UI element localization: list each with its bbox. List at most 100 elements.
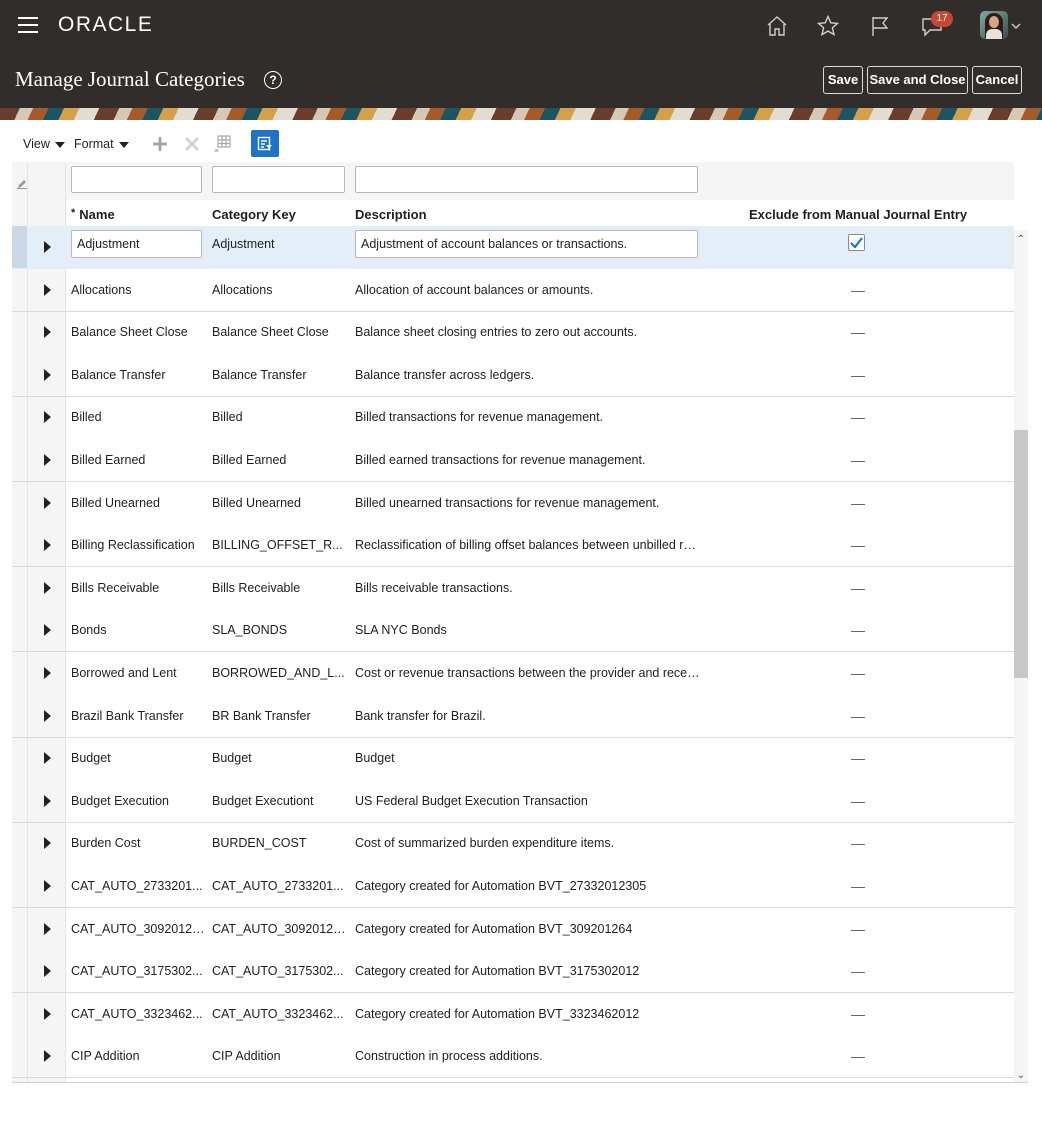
exclude-empty-indicator xyxy=(851,930,865,931)
table-row[interactable]: Borrowed and Lent BORROWED_AND_L... Cost o… xyxy=(12,652,1014,695)
expand-row-icon[interactable] xyxy=(44,752,51,764)
row-header[interactable] xyxy=(12,439,27,481)
expand-row-icon[interactable] xyxy=(44,241,51,253)
table-row[interactable]: Billed Billed Billed transactions for reve… xyxy=(12,396,1014,439)
row-header[interactable] xyxy=(12,609,27,651)
name-filter-input[interactable] xyxy=(71,166,202,193)
table-row[interactable]: Balance Sheet Close Balance Sheet Close Ba… xyxy=(12,311,1014,354)
table-row[interactable]: CAT_AUTO_3323462... CAT_AUTO_3323462... Ca… xyxy=(12,993,1014,1036)
description-filter-input[interactable] xyxy=(355,166,698,193)
row-header[interactable] xyxy=(12,950,27,992)
column-header-exclude[interactable]: Exclude from Manual Journal Entry xyxy=(749,207,967,222)
favorites-star-icon[interactable] xyxy=(814,12,842,40)
scroll-down-icon[interactable]: ⌄ xyxy=(1014,1070,1028,1082)
table-row[interactable]: CIP Addition CIP Addition Construction in … xyxy=(12,1035,1014,1078)
help-icon[interactable]: ? xyxy=(264,71,282,89)
table-row[interactable]: CAT_AUTO_309201264 CAT_AUTO_309201264 Cate… xyxy=(12,908,1014,951)
row-header[interactable] xyxy=(12,652,27,694)
expand-row-icon[interactable] xyxy=(44,965,51,977)
expand-row-icon[interactable] xyxy=(44,837,51,849)
name-cell: Borrowed and Lent xyxy=(71,666,177,680)
expand-row-icon[interactable] xyxy=(44,710,51,722)
table-row[interactable]: Budget Budget Budget xyxy=(12,737,1014,780)
expand-row-icon[interactable] xyxy=(44,411,51,423)
table-row[interactable]: Balance Transfer Balance Transfer Balance … xyxy=(12,354,1014,397)
row-header[interactable] xyxy=(12,567,27,609)
view-menu[interactable]: View xyxy=(23,137,65,151)
column-header-description[interactable]: Description xyxy=(355,207,427,222)
query-by-example-icon[interactable] xyxy=(251,130,279,157)
expand-row-icon[interactable] xyxy=(44,539,51,551)
category-key-cell: Budget Executiont xyxy=(212,794,314,808)
category-key-filter-input[interactable] xyxy=(212,166,345,193)
scrollbar-thumb[interactable] xyxy=(1014,430,1028,678)
table-row[interactable]: Brazil Bank Transfer BR Bank Transfer Bank… xyxy=(12,695,1014,738)
row-header[interactable] xyxy=(12,1035,27,1077)
freeze-columns-icon[interactable] xyxy=(213,134,233,154)
expand-row-icon[interactable] xyxy=(44,326,51,338)
table-row[interactable]: Allocations Allocations Allocation of acco… xyxy=(12,269,1014,312)
table-row[interactable]: Billed Earned Billed Earned Billed earned … xyxy=(12,439,1014,482)
description-cell: Billed earned transactions for revenue m… xyxy=(355,453,646,467)
expand-row-icon[interactable] xyxy=(44,667,51,679)
row-header[interactable] xyxy=(12,396,27,438)
expand-row-icon[interactable] xyxy=(44,795,51,807)
name-input[interactable]: Adjustment xyxy=(71,230,202,258)
description-input[interactable]: Adjustment of account balances or transa… xyxy=(355,230,698,258)
expand-row-icon[interactable] xyxy=(44,497,51,509)
save-and-close-button[interactable]: Save and Close xyxy=(867,66,968,94)
home-icon[interactable] xyxy=(763,12,791,40)
column-header-category-key[interactable]: Category Key xyxy=(212,207,296,222)
table-row[interactable]: CAT_AUTO_3175302... CAT_AUTO_3175302... Ca… xyxy=(12,950,1014,993)
expand-row-icon[interactable] xyxy=(44,284,51,296)
cancel-button[interactable]: Cancel xyxy=(972,66,1022,94)
menu-icon[interactable] xyxy=(18,17,38,33)
user-avatar[interactable] xyxy=(980,11,1008,39)
table-row[interactable]: Billed Unearned Billed Unearned Billed une… xyxy=(12,482,1014,525)
row-header[interactable] xyxy=(12,354,27,396)
row-header[interactable] xyxy=(12,993,27,1035)
row-header[interactable] xyxy=(12,311,27,353)
exclude-checkbox[interactable] xyxy=(848,234,865,251)
add-icon[interactable] xyxy=(150,134,170,154)
row-header[interactable] xyxy=(12,226,27,268)
expand-row-icon[interactable] xyxy=(44,1008,51,1020)
name-cell: Billed xyxy=(71,410,102,424)
table-row[interactable]: Bills Receivable Bills Receivable Bills re… xyxy=(12,567,1014,610)
chevron-down-icon[interactable] xyxy=(1006,12,1026,40)
oracle-logo: ORACLE xyxy=(58,13,154,36)
row-header[interactable] xyxy=(12,269,27,311)
name-cell: CAT_AUTO_3323462... xyxy=(71,1007,203,1021)
expand-row-icon[interactable] xyxy=(44,1050,51,1062)
expand-row-icon[interactable] xyxy=(44,454,51,466)
row-header[interactable] xyxy=(12,865,27,907)
expand-row-icon[interactable] xyxy=(44,880,51,892)
table-row[interactable]: Burden Cost BURDEN_COST Cost of summarized… xyxy=(12,822,1014,865)
caret-down-icon xyxy=(54,141,65,148)
row-header[interactable] xyxy=(12,780,27,822)
row-header[interactable] xyxy=(12,822,27,864)
expand-row-icon[interactable] xyxy=(44,369,51,381)
format-menu[interactable]: Format xyxy=(74,137,129,151)
row-header[interactable] xyxy=(12,482,27,524)
row-header[interactable] xyxy=(12,737,27,779)
save-button[interactable]: Save xyxy=(823,66,863,94)
delete-icon[interactable] xyxy=(182,134,202,154)
table-row[interactable]: Billing Reclassification BILLING_OFFSET_R… xyxy=(12,524,1014,567)
table-row[interactable]: Adjustment Adjustment Adjustment of accoun… xyxy=(12,226,1014,269)
name-cell: Budget Execution xyxy=(71,794,169,808)
table-row[interactable]: Budget Execution Budget Executiont US Fede… xyxy=(12,780,1014,823)
row-header[interactable] xyxy=(12,695,27,737)
row-header[interactable] xyxy=(12,524,27,566)
page-title: Manage Journal Categories xyxy=(15,67,245,91)
scroll-up-icon[interactable]: ⌃ xyxy=(1014,234,1028,246)
column-header-name[interactable]: * Name xyxy=(71,207,115,222)
description-cell: Construction in process additions. xyxy=(355,1049,543,1063)
flag-icon[interactable] xyxy=(866,12,894,40)
table-row[interactable]: Bonds SLA_BONDS SLA NYC Bonds xyxy=(12,609,1014,652)
row-header[interactable] xyxy=(12,908,27,950)
expand-row-icon[interactable] xyxy=(44,582,51,594)
expand-row-icon[interactable] xyxy=(44,923,51,935)
expand-row-icon[interactable] xyxy=(44,624,51,636)
table-row[interactable]: CAT_AUTO_2733201... CAT_AUTO_2733201... Ca… xyxy=(12,865,1014,908)
